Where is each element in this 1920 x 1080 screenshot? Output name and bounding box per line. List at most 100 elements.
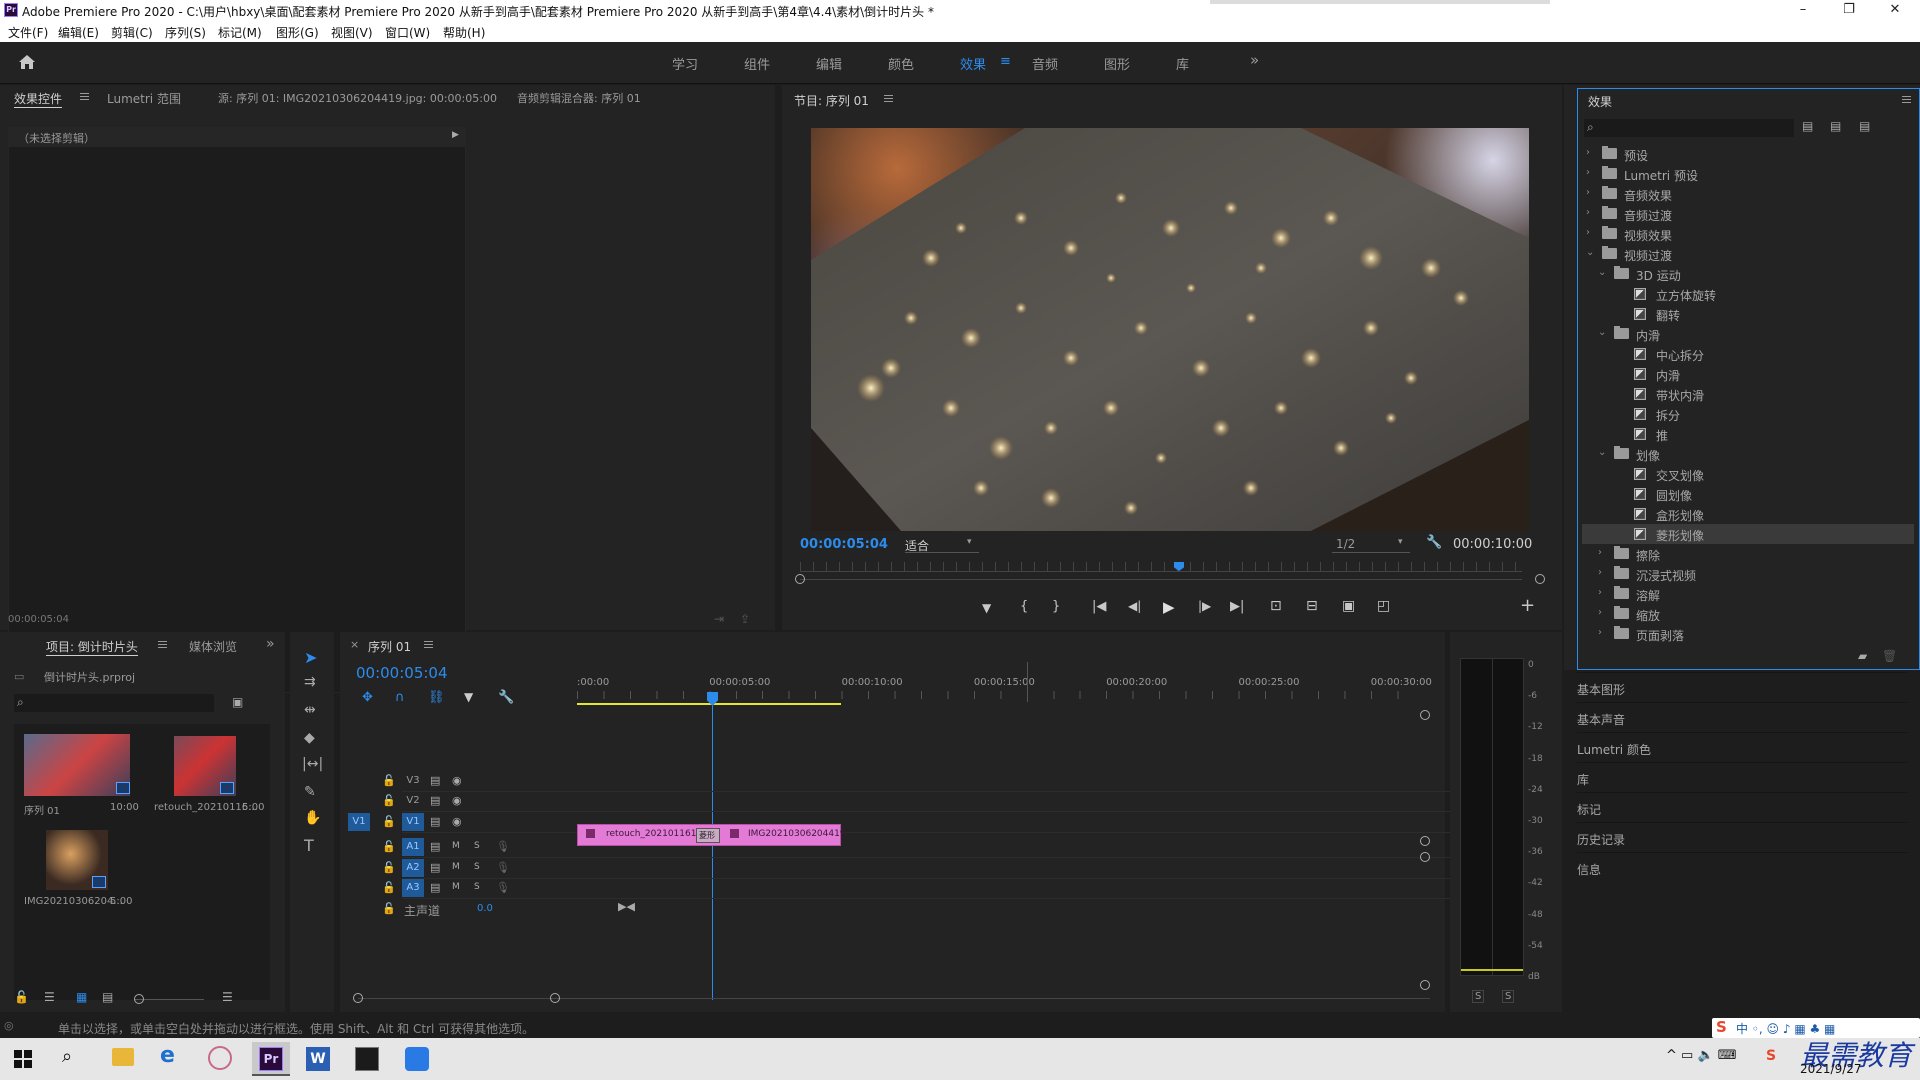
chevron-right-icon[interactable]: › xyxy=(1586,167,1590,178)
solo-button[interactable]: S xyxy=(474,882,480,892)
effects-tree-item[interactable]: › 音频效果 xyxy=(1582,184,1914,204)
effects-tree-item[interactable]: › 沉浸式视频 xyxy=(1582,564,1914,584)
mark-in-icon[interactable]: { xyxy=(1020,599,1028,614)
effects-menu-icon[interactable] xyxy=(1902,93,1911,107)
effects-tree-item[interactable]: 拆分 xyxy=(1582,404,1914,424)
clip-video[interactable]: retouch_2021011613 菱形 IMG20210306204419 xyxy=(577,824,846,846)
chevron-right-icon[interactable]: › xyxy=(1586,147,1590,158)
effects-tree-item[interactable]: › 预设 xyxy=(1582,144,1914,164)
program-menu-icon[interactable] xyxy=(878,92,893,106)
lock-icon[interactable]: 🔓 xyxy=(382,881,396,894)
track-target-a1[interactable]: A1 xyxy=(402,838,424,856)
project-search-input[interactable]: ⌕ xyxy=(14,694,214,712)
tab-sequence[interactable]: 序列 01 xyxy=(368,638,411,655)
track-target-v1[interactable]: V1 xyxy=(402,813,424,831)
new-bin-icon[interactable]: ▰ xyxy=(1858,649,1867,663)
collapsed-panel[interactable]: 标记 xyxy=(1577,792,1907,822)
step-back-icon[interactable]: ◀| xyxy=(1128,599,1141,613)
workspace-color[interactable]: 颜色 xyxy=(888,54,914,73)
home-icon[interactable] xyxy=(18,54,36,70)
yuv-effects-icon[interactable]: ▤ xyxy=(1859,119,1870,133)
effects-tree-item[interactable]: ⌄ 视频过渡 xyxy=(1582,244,1914,264)
type-tool-icon[interactable]: T xyxy=(304,836,314,855)
track-select-tool-icon[interactable]: ⇉ xyxy=(304,674,316,690)
resolution-dropdown[interactable]: 1/2 ▾ xyxy=(1332,535,1410,553)
lock-icon[interactable]: 🔓 xyxy=(382,902,396,915)
workspace-learn[interactable]: 学习 xyxy=(672,54,698,73)
minimize-button[interactable]: – xyxy=(1780,0,1826,22)
program-ruler[interactable] xyxy=(800,562,1522,572)
sync-lock-icon[interactable]: ▤ xyxy=(430,774,440,787)
ripple-edit-tool-icon[interactable]: ⇹ xyxy=(304,702,316,718)
nest-icon[interactable]: ✥ xyxy=(362,690,373,705)
close-tab-icon[interactable]: × xyxy=(350,638,359,651)
export-icon[interactable]: ⇪ xyxy=(740,612,750,626)
tray-icons[interactable]: ^ ▭ 🔈 ⌨ xyxy=(1666,1048,1737,1063)
collapsed-panel[interactable]: 历史记录 xyxy=(1577,822,1907,852)
accelerated-effects-icon[interactable]: ▤ xyxy=(1802,119,1813,133)
sequence-menu-icon[interactable] xyxy=(418,638,433,652)
chevron-right-icon[interactable]: › xyxy=(1598,607,1602,618)
chevron-right-icon[interactable]: › xyxy=(1586,187,1590,198)
go-to-out-icon[interactable]: ▶| xyxy=(1230,599,1244,614)
workspace-editing[interactable]: 编辑 xyxy=(816,54,842,73)
effects-tree-item[interactable]: 带状内滑 xyxy=(1582,384,1914,404)
freeform-view-icon[interactable]: ▤ xyxy=(102,990,113,1004)
effects-tree-item[interactable]: 圆划像 xyxy=(1582,484,1914,504)
workspace-assembly[interactable]: 组件 xyxy=(744,54,770,73)
workspace-audio[interactable]: 音频 xyxy=(1032,54,1058,73)
timeline-settings-icon[interactable]: 🔧 xyxy=(498,690,514,705)
lock-icon[interactable]: 🔓 xyxy=(382,815,396,828)
chevron-down-icon[interactable]: ⌄ xyxy=(1598,447,1606,458)
lock-icon[interactable]: 🔓 xyxy=(382,774,396,787)
effects-tree-item[interactable]: 盒形划像 xyxy=(1582,504,1914,524)
tab-audio-clip-mixer[interactable]: 音频剪辑混合器: 序列 01 xyxy=(517,90,641,106)
collapsed-panel[interactable]: 信息 xyxy=(1577,852,1907,882)
close-button[interactable]: ✕ xyxy=(1872,0,1918,22)
tab-lumetri-scopes[interactable]: Lumetri 范围 xyxy=(107,90,181,107)
hand-tool-icon[interactable]: ✋ xyxy=(304,810,321,826)
effects-tree-item[interactable]: ⌄ 3D 运动 xyxy=(1582,264,1914,284)
camera-icon[interactable]: ▣ xyxy=(1342,598,1355,614)
chevron-right-icon[interactable]: › xyxy=(1598,587,1602,598)
photos-icon[interactable] xyxy=(355,1047,379,1071)
menu-help[interactable]: 帮助(H) xyxy=(443,24,485,41)
mute-button[interactable]: M xyxy=(452,882,460,892)
scroll-handle-left[interactable] xyxy=(353,993,363,1003)
zoom-handle-left[interactable] xyxy=(795,574,805,584)
word-icon[interactable]: W xyxy=(306,1047,330,1071)
effects-tree-item[interactable]: 菱形划像 xyxy=(1582,524,1914,544)
collapsed-panel[interactable]: 基本声音 xyxy=(1577,702,1907,732)
edge-icon[interactable]: e xyxy=(160,1043,175,1068)
microphone-icon[interactable]: 🎙 xyxy=(496,881,510,894)
menu-graphics[interactable]: 图形(G) xyxy=(276,24,319,41)
v-scroll-mid2[interactable] xyxy=(1420,852,1430,862)
workspace-effects[interactable]: 效果 xyxy=(960,54,986,73)
effects-tree-item[interactable]: 立方体旋转 xyxy=(1582,284,1914,304)
menu-clip[interactable]: 剪辑(C) xyxy=(111,24,153,41)
program-video-frame[interactable] xyxy=(811,128,1529,531)
solo-left-button[interactable]: S xyxy=(1472,990,1485,1003)
fit-dropdown[interactable]: 适合 ▾ xyxy=(905,535,979,553)
lock-icon[interactable]: 🔓 xyxy=(382,861,396,874)
go-to-in-icon[interactable]: |◀ xyxy=(1092,599,1106,614)
sequence-thumbnail[interactable] xyxy=(24,734,130,796)
expand-arrow-icon[interactable]: ▶ xyxy=(452,130,459,140)
menu-marker[interactable]: 标记(M) xyxy=(218,24,262,41)
chevron-down-icon[interactable]: ⌄ xyxy=(1598,327,1606,338)
effects-tree-item[interactable]: ⌄ 内滑 xyxy=(1582,324,1914,344)
effects-tree-item[interactable]: › 视频效果 xyxy=(1582,224,1914,244)
menu-file[interactable]: 文件(F) xyxy=(8,24,48,41)
tab-source[interactable]: 源: 序列 01: IMG20210306204419.jpg: 00:00:0… xyxy=(218,90,497,106)
solo-button[interactable]: S xyxy=(474,841,480,851)
program-zoom-bar[interactable] xyxy=(800,579,1522,580)
sync-lock-icon[interactable]: ▤ xyxy=(430,881,440,894)
linked-selection-icon[interactable]: ⛓ xyxy=(428,690,445,705)
mark-out-icon[interactable]: } xyxy=(1052,599,1060,614)
more-tabs-icon[interactable]: » xyxy=(266,636,275,652)
tab-effect-controls-menu-icon[interactable] xyxy=(74,90,89,104)
workspace-effects-menu-icon[interactable]: ≡ xyxy=(1000,54,1011,69)
zoom-slider[interactable] xyxy=(134,999,204,1000)
step-forward-icon[interactable]: |▶ xyxy=(1198,599,1211,613)
collapsed-panel[interactable]: 库 xyxy=(1577,762,1907,792)
